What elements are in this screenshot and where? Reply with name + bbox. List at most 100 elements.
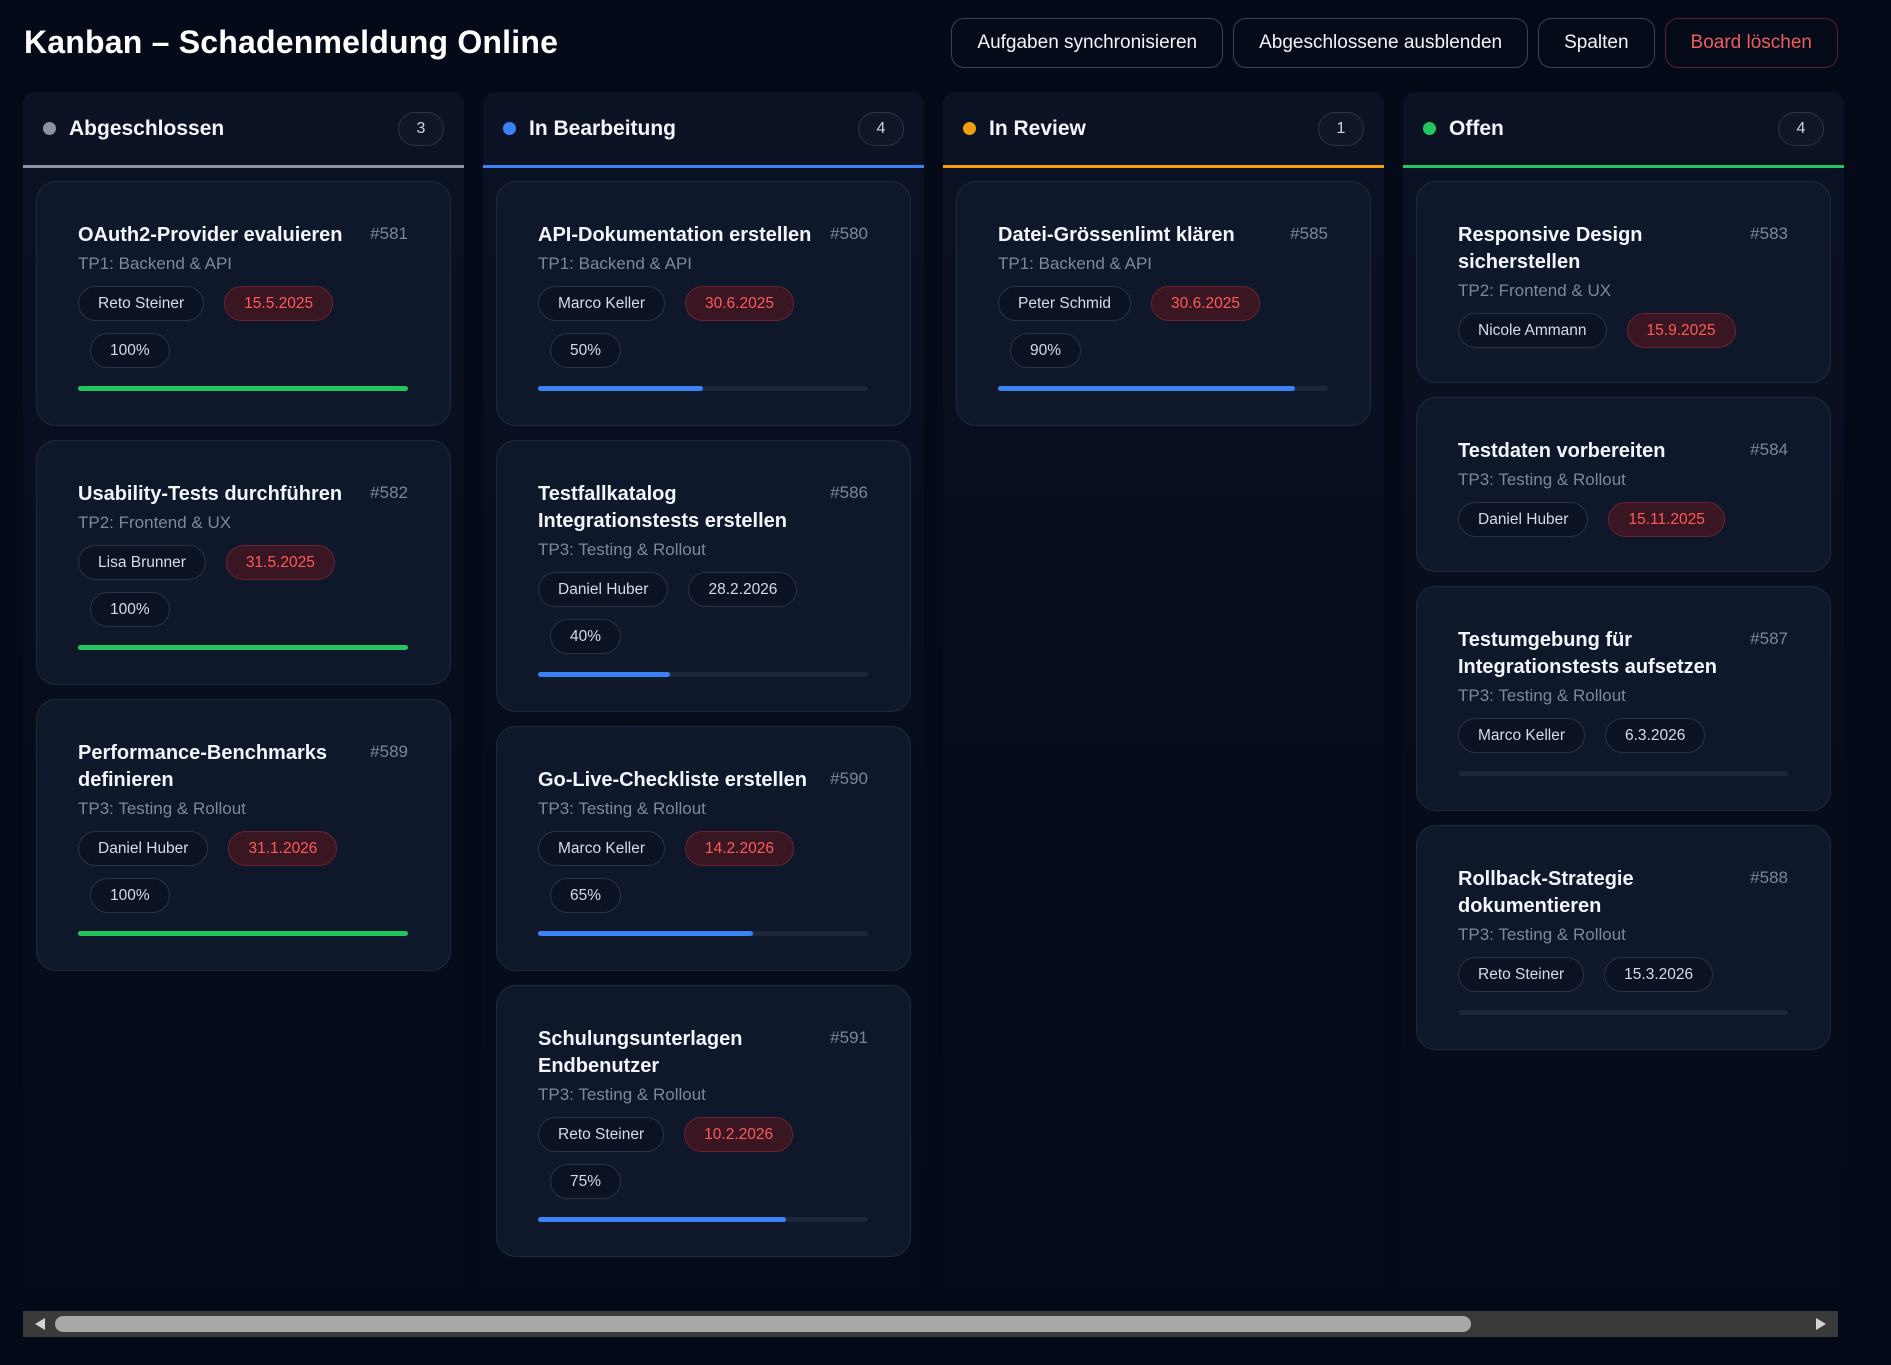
card-header: Schulungsunterlagen Endbenutzer #591 [538, 1026, 868, 1080]
column-done: Abgeschlossen 3 OAuth2-Provider evaluieren… [23, 92, 464, 1287]
card-id: #589 [370, 742, 408, 761]
card-chips: Reto Steiner 15.5.2025 100% [78, 286, 408, 368]
card-chips: Daniel Huber 28.2.2026 40% [538, 572, 868, 654]
card-workpackage: TP3: Testing & Rollout [78, 799, 246, 818]
card-chips: Marco Keller 14.2.2026 65% [538, 831, 868, 913]
card-header: OAuth2-Provider evaluieren #581 [78, 222, 408, 249]
card-workpackage: TP3: Testing & Rollout [538, 799, 706, 818]
progress-bar [1458, 771, 1788, 776]
card-header: Testfallkatalog Integrationstests erstel… [538, 481, 868, 535]
task-card[interactable]: OAuth2-Provider evaluieren #581 TP1: Backe… [36, 181, 451, 426]
progress-bar-fill [538, 672, 670, 677]
due-date-chip-overdue: 15.5.2025 [224, 286, 334, 321]
task-card[interactable]: Rollback-Strategie dokumentieren #588 TP3:… [1416, 825, 1831, 1050]
card-title: Schulungsunterlagen Endbenutzer [538, 1028, 743, 1077]
status-dot-icon [963, 122, 976, 135]
sync-tasks-button[interactable]: Aufgaben synchronisieren [951, 18, 1224, 68]
card-workpackage: TP1: Backend & API [78, 254, 233, 273]
task-card[interactable]: Testumgebung für Integrationstests aufse… [1416, 586, 1831, 811]
due-date-chip-overdue: 15.9.2025 [1626, 313, 1736, 348]
card-header: Datei-Grössenlimt klären #585 [998, 222, 1328, 249]
progress-percent-chip: 40% [550, 619, 622, 654]
column-header: Abgeschlossen 3 [23, 92, 464, 168]
delete-board-button[interactable]: Board löschen [1664, 18, 1838, 68]
due-date-chip-overdue: 30.6.2025 [1151, 286, 1261, 321]
card-title: Testdaten vorbereiten [1458, 440, 1666, 462]
card-chips: Reto Steiner 15.3.2026 [1458, 957, 1788, 992]
task-card[interactable]: Testdaten vorbereiten #584 TP3: Testing & … [1416, 397, 1831, 572]
column-title: Abgeschlossen [69, 116, 225, 140]
assignee-chip: Reto Steiner [1458, 957, 1585, 992]
task-card[interactable]: Responsive Design sicherstellen #583 TP2: … [1416, 181, 1831, 383]
task-card[interactable]: Datei-Grössenlimt klären #585 TP1: Backend… [956, 181, 1371, 426]
card-title: Datei-Grössenlimt klären [998, 224, 1235, 246]
status-dot-icon [1423, 122, 1436, 135]
card-id: #584 [1750, 440, 1788, 459]
column-cards: OAuth2-Provider evaluieren #581 TP1: Backe… [23, 168, 464, 971]
hide-completed-button[interactable]: Abgeschlossene ausblenden [1233, 18, 1529, 68]
card-workpackage: TP2: Frontend & UX [78, 513, 232, 532]
due-date-chip: 15.3.2026 [1604, 957, 1714, 992]
progress-bar [78, 645, 408, 650]
progress-percent-chip: 75% [550, 1164, 622, 1199]
card-title: Rollback-Strategie dokumentieren [1458, 868, 1634, 917]
due-date-chip-overdue: 14.2.2026 [685, 831, 794, 866]
column-count-badge: 3 [398, 112, 444, 146]
progress-bar-fill [538, 1217, 786, 1222]
assignee-chip: Lisa Brunner [78, 545, 206, 580]
task-card[interactable]: Testfallkatalog Integrationstests erstel… [496, 440, 911, 712]
task-card[interactable]: Usability-Tests durchführen #582 TP2: Fron… [36, 440, 451, 685]
task-card[interactable]: API-Dokumentation erstellen #580 TP1: Back… [496, 181, 911, 426]
scrollbar-thumb[interactable] [55, 1316, 1471, 1332]
card-title: API-Dokumentation erstellen [538, 224, 812, 246]
assignee-chip: Daniel Huber [1458, 502, 1589, 537]
scroll-left-arrow-icon[interactable] [35, 1318, 45, 1330]
card-chips: Nicole Ammann 15.9.2025 [1458, 313, 1788, 348]
card-header: Performance-Benchmarks definieren #589 [78, 740, 408, 794]
card-chips: Marco Keller 30.6.2025 50% [538, 286, 868, 368]
card-id: #591 [830, 1028, 868, 1047]
progress-bar [1458, 1010, 1788, 1015]
card-workpackage: TP1: Backend & API [998, 254, 1153, 273]
column-open: Offen 4 Responsive Design sicherstellen #58… [1403, 92, 1844, 1287]
card-title: Go-Live-Checkliste erstellen [538, 769, 807, 791]
card-workpackage: TP3: Testing & Rollout [1458, 925, 1626, 944]
column-review: In Review 1 Datei-Grössenlimt klären #585 TP… [943, 92, 1384, 1287]
card-header: API-Dokumentation erstellen #580 [538, 222, 868, 249]
kanban-board: Abgeschlossen 3 OAuth2-Provider evaluieren… [23, 92, 1844, 1287]
card-chips: Lisa Brunner 31.5.2025 100% [78, 545, 408, 627]
column-cards: Responsive Design sicherstellen #583 TP2: … [1403, 168, 1844, 1050]
header: Kanban – Schadenmeldung Online Aufgaben … [0, 0, 1891, 90]
column-title: In Review [989, 116, 1086, 140]
card-workpackage: TP1: Backend & API [538, 254, 693, 273]
card-id: #588 [1750, 868, 1788, 887]
progress-bar [538, 672, 868, 677]
task-card[interactable]: Go-Live-Checkliste erstellen #590 TP3: Tes… [496, 726, 911, 971]
card-id: #590 [830, 769, 868, 788]
columns-button[interactable]: Spalten [1538, 18, 1655, 68]
column-header: Offen 4 [1403, 92, 1844, 168]
assignee-chip: Marco Keller [538, 286, 665, 321]
card-workpackage: TP3: Testing & Rollout [538, 540, 706, 559]
due-date-chip: 28.2.2026 [688, 572, 798, 607]
card-title: Usability-Tests durchführen [78, 483, 343, 505]
due-date-chip-overdue: 31.1.2026 [228, 831, 338, 866]
card-id: #580 [830, 224, 868, 243]
horizontal-scrollbar[interactable] [23, 1311, 1838, 1337]
assignee-chip: Reto Steiner [78, 286, 205, 321]
progress-bar [78, 386, 408, 391]
assignee-chip: Reto Steiner [538, 1117, 665, 1152]
card-header: Go-Live-Checkliste erstellen #590 [538, 767, 868, 794]
due-date-chip-overdue: 30.6.2025 [685, 286, 794, 321]
progress-bar [538, 386, 868, 391]
card-id: #583 [1750, 224, 1788, 243]
card-id: #585 [1290, 224, 1328, 243]
task-card[interactable]: Schulungsunterlagen Endbenutzer #591 TP3: … [496, 985, 911, 1257]
card-id: #586 [830, 483, 868, 502]
card-workpackage: TP3: Testing & Rollout [1458, 686, 1626, 705]
toolbar: Aufgaben synchronisieren Abgeschlossene … [951, 18, 1838, 68]
task-card[interactable]: Performance-Benchmarks definieren #589 TP3… [36, 699, 451, 971]
progress-percent-chip: 100% [90, 592, 170, 627]
column-count-badge: 4 [1778, 112, 1824, 146]
scroll-right-arrow-icon[interactable] [1816, 1318, 1826, 1330]
